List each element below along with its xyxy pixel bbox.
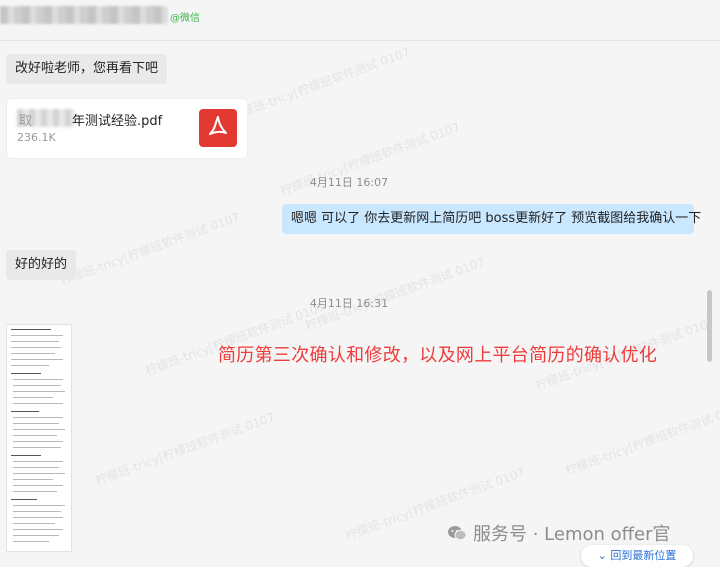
annotation-text: 简历第三次确认和修改，以及网上平台简历的确认优化 [218,345,658,366]
chevron-down-icon: ⌄ [597,549,611,562]
brand-footer: 服务号 · Lemon offer官 [447,520,671,546]
file-attachment-card[interactable]: 取 年测试经验.pdf 236.1K [7,99,247,158]
watermark: 柠檬班-tricy[柠檬班软件测试 0107 [93,409,277,489]
scrollbar[interactable] [705,42,714,563]
timestamp: 4月11日 16:07 [309,176,389,189]
file-name-visible: 年测试经验.pdf [72,114,163,129]
brand-text: 服务号 · Lemon offer官 [473,524,671,545]
wechat-icon [448,526,467,541]
contact-name-blurred [0,6,168,24]
file-size: 236.1K [17,131,56,144]
watermark: 柠檬班-tricy[柠檬班软件测试 0107 [303,254,487,334]
resume-screenshot-thumbnail[interactable] [7,325,71,551]
back-to-latest-label: 回到最新位置 [610,549,677,562]
scrollbar-thumb[interactable] [707,290,712,362]
timestamp: 4月11日 16:31 [309,297,389,310]
wechat-tag: @微信 [170,13,200,24]
chat-header: @微信 [0,0,720,41]
file-name-prefix: 取 [19,114,33,129]
back-to-latest-button[interactable]: ⌄ 回到最新位置 [581,545,693,567]
watermark: 柠檬班-tricy[柠檬班软件测试 0107 [228,44,412,124]
message-bubble-outgoing[interactable]: 嗯嗯 可以了 你去更新网上简历吧 boss更新好了 预览截图给我确认一下 [282,204,701,234]
watermark: 柠檬班-tricy[柠檬班软件测试 0107 [563,399,720,479]
message-bubble-incoming[interactable]: 改好啦老师，您再看下吧 [6,54,168,84]
file-name: 取 年测试经验.pdf [19,110,162,129]
message-bubble-incoming[interactable]: 好的好的 [6,250,77,280]
pdf-icon [199,109,237,147]
watermark: 柠檬班-tricy[柠檬班软件测试 0107 [58,209,242,289]
